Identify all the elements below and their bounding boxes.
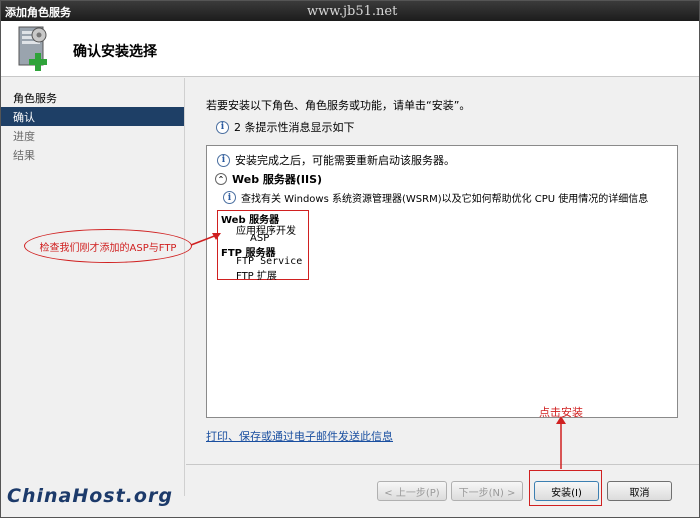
footer-divider	[186, 464, 699, 465]
chinahost-logo: ChinaHost.org	[7, 485, 173, 507]
sidebar-item-progress: 进度	[13, 130, 35, 143]
watermark: www.jb51.net	[307, 4, 398, 19]
selection-summary-box[interactable]: i 安装完成之后，可能需要重新启动该服务器。 ⌃ Web 服务器(IIS) i …	[206, 145, 678, 418]
wsrm-note-text[interactable]: 查找有关 Windows 系统资源管理器(WSRM)以及它如何帮助优化 CPU …	[241, 190, 648, 205]
web-server-heading[interactable]: ⌃ Web 服务器(IIS)	[215, 171, 322, 187]
cancel-button[interactable]: 取消	[607, 481, 672, 501]
sidebar-item-confirmation[interactable]: 确认	[1, 107, 184, 126]
main-content: 若要安装以下角色、角色服务或功能，请单击“安装”。 i 2 条提示性消息显示如下…	[186, 78, 699, 464]
wizard-steps-sidebar: 角色服务 确认 进度 结果	[1, 78, 185, 496]
tree-item-ftp-service: FTP Service	[236, 256, 303, 267]
title-bar: 添加角色服务 www.jb51.net	[1, 1, 699, 21]
sidebar-item-results: 结果	[13, 149, 35, 162]
wizard-header: 确认安装选择	[1, 21, 699, 77]
previous-button[interactable]: < 上一步(P)	[377, 481, 447, 501]
arrow-right-icon	[190, 233, 221, 246]
page-title: 确认安装选择	[73, 44, 157, 60]
restart-note-text: 安装完成之后，可能需要重新启动该服务器。	[235, 154, 455, 167]
install-highlight-box	[529, 470, 602, 506]
web-server-heading-text: Web 服务器(IIS)	[232, 173, 323, 186]
info-icon: i	[217, 153, 230, 167]
message-count-text: 2 条提示性消息显示如下	[234, 121, 355, 134]
server-add-icon	[18, 26, 47, 71]
info-icon: i	[216, 120, 229, 134]
print-save-email-link[interactable]: 打印、保存或通过电子邮件发送此信息	[206, 428, 393, 444]
tree-item-ftp-extension: FTP 扩展	[236, 271, 277, 282]
sidebar-item-role-services[interactable]: 角色服务	[1, 88, 184, 107]
info-icon: i	[223, 191, 236, 204]
collapse-icon[interactable]: ⌃	[215, 173, 227, 185]
check-annotation: 检查我们刚才添加的ASP与FTP	[24, 229, 192, 263]
wsrm-note: i 查找有关 Windows 系统资源管理器(WSRM)以及它如何帮助优化 CP…	[223, 190, 648, 205]
message-count: i 2 条提示性消息显示如下	[216, 119, 355, 135]
add-role-services-window: 添加角色服务 www.jb51.net 确认安装选择 角色服务 确认 进度 结果…	[0, 0, 700, 518]
intro-text: 若要安装以下角色、角色服务或功能，请单击“安装”。	[206, 99, 471, 112]
tree-item-asp: ASP	[250, 233, 270, 244]
restart-note: i 安装完成之后，可能需要重新启动该服务器。	[217, 152, 455, 168]
window-title: 添加角色服务	[5, 6, 71, 19]
next-button[interactable]: 下一步(N) >	[451, 481, 523, 501]
arrow-up-icon	[556, 416, 566, 469]
check-annotation-text: 检查我们刚才添加的ASP与FTP	[39, 242, 177, 254]
selected-services-tree: Web 服务器 应用程序开发 ASP FTP 服务器 FTP Service F…	[217, 210, 309, 282]
